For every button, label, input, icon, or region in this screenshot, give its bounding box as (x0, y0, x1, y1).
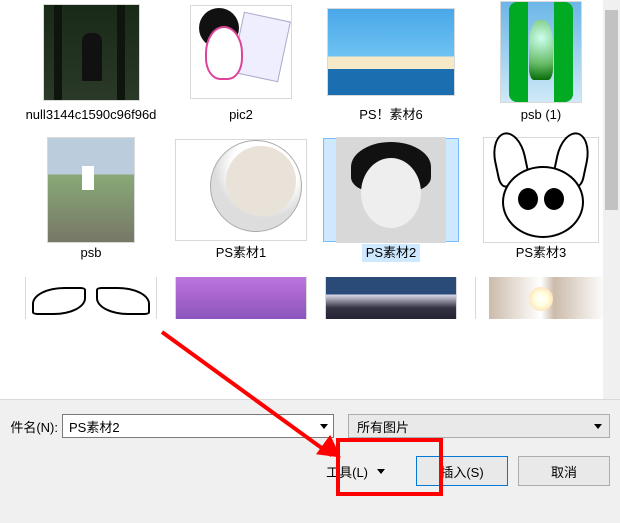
thumbnail (473, 138, 609, 242)
file-item[interactable]: PS！素材6 (316, 0, 466, 124)
file-label: null3144c1590c96f96d (22, 106, 161, 124)
file-label: PS素材3 (512, 244, 571, 262)
tools-menu[interactable]: 工具(L) (326, 462, 388, 481)
triangle-down-icon (377, 469, 385, 474)
thumbnail (323, 0, 459, 104)
tools-dropdown-button[interactable] (374, 469, 388, 474)
tools-label: 工具(L) (326, 462, 368, 481)
file-label: PS素材2 (362, 244, 421, 262)
chevron-down-icon (320, 424, 328, 429)
thumbnail (23, 138, 159, 242)
file-label: PS！素材6 (355, 106, 427, 124)
file-item[interactable]: null3144c1590c96f96d (16, 0, 166, 124)
filename-dropdown-button[interactable] (315, 415, 333, 437)
chevron-down-icon (594, 424, 602, 429)
file-item[interactable]: PS素材3 (466, 138, 616, 262)
file-label: pic2 (225, 106, 257, 124)
file-label: PS素材1 (212, 244, 271, 262)
file-type-filter-label: 所有图片 (357, 417, 409, 436)
thumbnail (473, 0, 609, 104)
file-type-filter[interactable]: 所有图片 (348, 414, 610, 438)
thumbnail (173, 138, 309, 242)
file-item[interactable] (466, 276, 616, 320)
file-list-area[interactable]: null3144c1590c96f96d pic2 PS！素材6 psb (1)… (16, 0, 620, 400)
file-item[interactable]: pic2 (166, 0, 316, 124)
filename-label: 件名(N): (0, 417, 62, 436)
file-item-selected[interactable]: PS素材2 (316, 138, 466, 262)
filter-dropdown-button[interactable] (590, 414, 606, 438)
thumbnail (323, 276, 459, 320)
dialog-bottom-panel: 件名(N): 所有图片 工具(L) 插入(S) 取消 (0, 399, 620, 523)
file-item[interactable]: PS素材1 (166, 138, 316, 262)
file-open-dialog: null3144c1590c96f96d pic2 PS！素材6 psb (1)… (0, 0, 620, 523)
insert-button-label: 插入(S) (440, 462, 483, 481)
file-item[interactable] (16, 276, 166, 320)
thumbnail (323, 138, 459, 242)
thumbnail (23, 0, 159, 104)
file-item[interactable] (316, 276, 466, 320)
thumbnail (173, 276, 309, 320)
thumbnail (23, 276, 159, 320)
file-label: psb (77, 244, 106, 262)
filename-input[interactable] (62, 414, 334, 438)
scrollbar-thumb[interactable] (605, 10, 618, 210)
file-item[interactable]: psb (16, 138, 166, 262)
file-item[interactable]: psb (1) (466, 0, 616, 124)
insert-button[interactable]: 插入(S) (416, 456, 508, 486)
thumbnail (173, 0, 309, 104)
thumbnail (473, 276, 609, 320)
cancel-button[interactable]: 取消 (518, 456, 610, 486)
cancel-button-label: 取消 (551, 462, 577, 481)
file-label: psb (1) (517, 106, 565, 124)
file-item[interactable] (166, 276, 316, 320)
vertical-scrollbar[interactable] (603, 0, 620, 400)
